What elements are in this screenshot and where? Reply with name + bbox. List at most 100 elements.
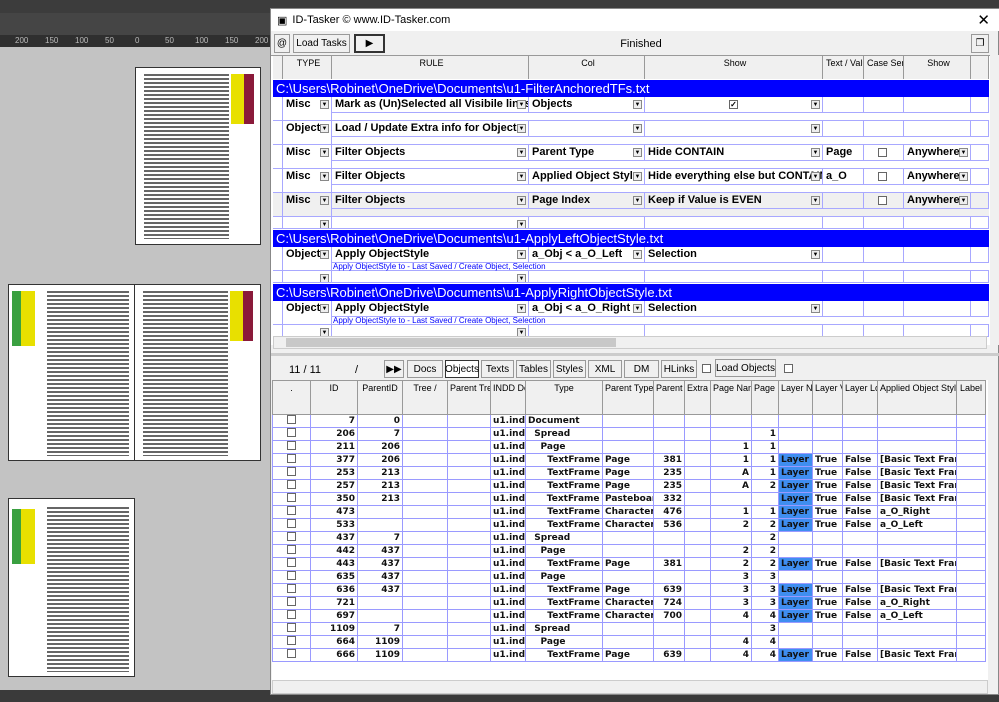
rule-cell-rule[interactable]: Filter Objects ▼ [332, 145, 529, 161]
rule-cell-where[interactable] [904, 301, 971, 317]
chevron-down-icon[interactable]: ▼ [517, 274, 526, 282]
rule-cell-blank[interactable] [273, 169, 283, 193]
table-row[interactable]: 721u1.inddTextFrameCharacter72433Layer 1… [272, 596, 986, 610]
table-row[interactable]: 350213 u1.indd TextFramePasteboard332 Laye… [272, 492, 986, 506]
chevron-down-icon[interactable]: ▼ [633, 100, 642, 109]
rule-row[interactable]: Object ▼ Apply ObjectStyle ▼ a_Obj < a_O_Lef… [273, 247, 989, 271]
vertical-scrollbar[interactable] [990, 55, 999, 345]
row-checkbox[interactable] [287, 558, 296, 567]
chevron-down-icon[interactable]: ▼ [633, 196, 642, 205]
chevron-down-icon[interactable]: ▼ [320, 274, 329, 282]
table-row[interactable]: 211206 u1.indd Page 11 [272, 440, 986, 454]
rule-row[interactable]: Object ▼ Apply ObjectStyle ▼ a_Obj < a_O_Rig… [273, 301, 989, 325]
rule-cell-text[interactable] [823, 97, 864, 113]
rule-cell-where[interactable] [904, 97, 971, 113]
column-header[interactable]: ParentID [357, 380, 403, 415]
table-row[interactable]: 2067 u1.indd Spread 1 [272, 427, 986, 441]
case-sensitive-checkbox[interactable] [878, 172, 887, 181]
chevron-down-icon[interactable]: ▼ [633, 172, 642, 181]
checkbox-checked[interactable]: ✓ [729, 100, 738, 109]
row-checkbox[interactable] [287, 610, 296, 619]
column-header[interactable]: Layer Visible [812, 380, 843, 415]
row-checkbox[interactable] [287, 545, 296, 554]
chevron-down-icon[interactable]: ▼ [811, 196, 820, 205]
table-row[interactable]: 533u1.inddTextFrameCharacter53622Layer 1… [272, 518, 986, 532]
table-row[interactable]: 442437 u1.indd Page 22 [272, 544, 986, 558]
tab-dm[interactable]: DM [624, 360, 659, 378]
rule-cell-text[interactable] [823, 121, 864, 137]
row-checkbox[interactable] [287, 415, 296, 424]
column-header[interactable]: Parent Tree [447, 380, 491, 415]
rule-cell-show[interactable]: ▼ [645, 121, 823, 137]
rule-cell-text[interactable]: a_O [823, 169, 864, 185]
load-objects-button[interactable]: Load Objects [715, 359, 776, 377]
rule-cell-text[interactable] [823, 193, 864, 209]
rule-cell-col[interactable]: a_Obj < a_O_Left ▼ [529, 247, 645, 263]
column-header[interactable]: Layer Name [778, 380, 813, 415]
rule-row[interactable]: Misc ▼ Filter Objects ▼ Applied Object Style… [273, 169, 989, 193]
table-row[interactable]: 4377 u1.indd Spread 2 [272, 531, 986, 545]
column-header[interactable]: INDD Doc [490, 380, 526, 415]
rule-cell-rule[interactable]: Apply ObjectStyle ▼ [332, 301, 529, 317]
row-checkbox[interactable] [287, 623, 296, 632]
rule-cell-show[interactable]: Selection ▼ [645, 247, 823, 263]
row-checkbox[interactable] [287, 584, 296, 593]
chevron-down-icon[interactable]: ▼ [811, 172, 820, 181]
chevron-down-icon[interactable]: ▼ [517, 124, 526, 133]
chevron-down-icon[interactable]: ▼ [320, 250, 329, 259]
column-header[interactable]: Layer Locked [842, 380, 878, 415]
rule-cell-type[interactable]: Misc ▼ [283, 145, 332, 169]
rule-cell-type[interactable]: Object ▼ [283, 121, 332, 145]
row-checkbox[interactable] [287, 571, 296, 580]
rule-cell-blank[interactable] [273, 301, 283, 325]
rule-cell-show[interactable]: ▼ ✓ [645, 97, 823, 113]
chevron-down-icon[interactable]: ▼ [517, 250, 526, 259]
rule-row[interactable]: Misc ▼ Filter Objects ▼ Parent Type ▼ Hide CON… [273, 145, 989, 169]
rule-cell-text[interactable] [823, 301, 864, 317]
table-row[interactable]: 70 u1.inddDocument [272, 414, 986, 428]
empty-rule-row[interactable]: ▼ ▼ [273, 271, 989, 283]
column-header[interactable]: Label [956, 380, 986, 415]
task-file-path[interactable]: C:\Users\Robinet\OneDrive\Documents\u1-A… [273, 284, 989, 301]
tab-texts[interactable]: Texts [481, 360, 514, 378]
table-row[interactable]: 635437 u1.indd Page 33 [272, 570, 986, 584]
column-header[interactable]: . [272, 380, 311, 415]
row-checkbox[interactable] [287, 493, 296, 502]
rule-cell-show[interactable]: Selection ▼ [645, 301, 823, 317]
row-checkbox[interactable] [287, 480, 296, 489]
rule-cell-show[interactable]: Keep if Value is EVEN ▼ [645, 193, 823, 209]
rule-cell-rule[interactable]: Filter Objects ▼ [332, 169, 529, 185]
rule-cell-type[interactable]: Misc ▼ [283, 193, 332, 217]
rule-cell-type[interactable]: Misc ▼ [283, 169, 332, 193]
rule-cell-blank[interactable] [864, 301, 904, 317]
empty-rule-row[interactable]: ▼ ▼ [273, 217, 989, 229]
chevron-down-icon[interactable]: ▼ [320, 304, 329, 313]
rule-cell-where[interactable]: Anywhere ▼ [904, 193, 971, 209]
row-checkbox[interactable] [287, 467, 296, 476]
chevron-down-icon[interactable]: ▼ [811, 148, 820, 157]
rule-cell-rule[interactable]: Load / Update Extra info for Objects ▼ [332, 121, 529, 137]
rule-cell-blank[interactable] [971, 247, 989, 263]
rule-cell-type[interactable]: Misc ▼ [283, 97, 332, 121]
row-checkbox[interactable] [287, 636, 296, 645]
row-checkbox[interactable] [287, 597, 296, 606]
rule-cell-blank[interactable] [864, 121, 904, 137]
table-row[interactable]: 257213 u1.inddTextFramePage235 A2Layer 1Tr… [272, 479, 986, 493]
rule-cell-where[interactable] [904, 247, 971, 263]
chevron-down-icon[interactable]: ▼ [633, 148, 642, 157]
checkbox[interactable] [702, 364, 711, 373]
column-header[interactable]: Parent Story ID [653, 380, 685, 415]
table-horizontal-scrollbar[interactable] [272, 680, 988, 694]
chevron-down-icon[interactable]: ▼ [517, 220, 526, 228]
rule-cell-blank[interactable] [273, 145, 283, 169]
chevron-down-icon[interactable]: ▼ [633, 250, 642, 259]
case-sensitive-checkbox[interactable] [878, 148, 887, 157]
rule-cell-text[interactable]: Page [823, 145, 864, 161]
chevron-down-icon[interactable]: ▼ [959, 148, 968, 157]
rule-cell-blank[interactable] [273, 247, 283, 271]
restore-icon[interactable]: ❐ [971, 34, 989, 53]
rule-cell-blank[interactable] [273, 193, 283, 217]
chevron-down-icon[interactable]: ▼ [320, 148, 329, 157]
tab-styles[interactable]: Styles [553, 360, 586, 378]
chevron-down-icon[interactable]: ▼ [517, 148, 526, 157]
